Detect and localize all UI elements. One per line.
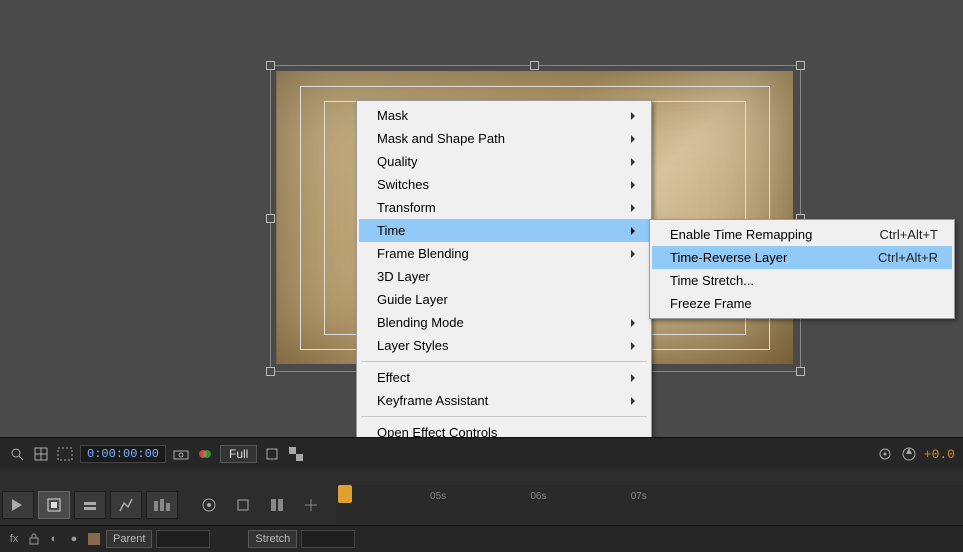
menu-item-switches[interactable]: Switches — [359, 173, 649, 196]
menu-separator — [361, 416, 647, 417]
current-time-indicator[interactable] — [338, 485, 352, 503]
handle-tr[interactable] — [796, 61, 805, 70]
timeline-ruler[interactable]: 05s 06s 07s — [336, 485, 963, 525]
lock-icon[interactable] — [26, 531, 42, 547]
submenu-item-freeze-frame[interactable]: Freeze Frame — [652, 292, 952, 315]
menu-item-time[interactable]: Time — [359, 219, 649, 242]
exposure-value[interactable]: +0.0 — [924, 447, 955, 462]
shutter-icon[interactable] — [900, 445, 918, 463]
handle-tm[interactable] — [530, 61, 539, 70]
handle-bl[interactable] — [266, 367, 275, 376]
fx-icon[interactable]: fx — [6, 531, 22, 547]
snapshot-icon[interactable] — [172, 445, 190, 463]
submenu-label: Time-Reverse Layer — [670, 250, 787, 265]
shortcut-label: Ctrl+Alt+T — [855, 227, 938, 242]
time-submenu[interactable]: Enable Time Remapping Ctrl+Alt+T Time-Reve… — [649, 219, 955, 319]
submenu-label: Enable Time Remapping — [670, 227, 812, 242]
menu-item-mask[interactable]: Mask — [359, 104, 649, 127]
menu-item-frame-blending[interactable]: Frame Blending — [359, 242, 649, 265]
handle-br[interactable] — [796, 367, 805, 376]
tool-btn-8[interactable] — [262, 492, 292, 518]
menu-item-guide-layer[interactable]: Guide Layer — [359, 288, 649, 311]
ruler-tick: 05s — [430, 491, 446, 502]
menu-item-layer-styles[interactable]: Layer Styles — [359, 334, 649, 357]
tool-btn-2[interactable] — [38, 491, 70, 519]
timeline-column-header: fx ◐ ● Parent Stretch — [0, 525, 963, 552]
menu-item-effect[interactable]: Effect — [359, 366, 649, 389]
magnify-icon[interactable] — [8, 445, 26, 463]
tool-btn-7[interactable] — [228, 492, 258, 518]
menu-item-mask-and-shape-path[interactable]: Mask and Shape Path — [359, 127, 649, 150]
tool-btn-4[interactable] — [110, 491, 142, 519]
stretch-value-box[interactable] — [301, 530, 355, 548]
menu-item-quality[interactable]: Quality — [359, 150, 649, 173]
parent-value-box[interactable] — [156, 530, 210, 548]
submenu-label: Freeze Frame — [670, 296, 752, 311]
solo-icon[interactable]: ● — [66, 531, 82, 547]
submenu-label: Time Stretch... — [670, 273, 754, 288]
resolution-dropdown[interactable]: Full — [220, 445, 257, 463]
label-color-icon[interactable] — [86, 531, 102, 547]
stretch-column-header[interactable]: Stretch — [248, 530, 297, 548]
tool-btn-5[interactable] — [146, 491, 178, 519]
submenu-item-time-stretch-[interactable]: Time Stretch... — [652, 269, 952, 292]
target-icon[interactable] — [876, 445, 894, 463]
submenu-item-enable-time-remapping[interactable]: Enable Time Remapping Ctrl+Alt+T — [652, 223, 952, 246]
region-icon[interactable] — [263, 445, 281, 463]
tool-btn-3[interactable] — [74, 491, 106, 519]
channels-icon[interactable] — [196, 445, 214, 463]
ruler-tick: 06s — [530, 491, 546, 502]
menu-separator — [361, 361, 647, 362]
timeline-header-strip — [0, 469, 963, 486]
grid-icon[interactable] — [32, 445, 50, 463]
transparency-grid-icon[interactable] — [287, 445, 305, 463]
shortcut-label: Ctrl+Alt+R — [854, 250, 938, 265]
menu-item-3d-layer[interactable]: 3D Layer — [359, 265, 649, 288]
tool-btn-1[interactable] — [2, 491, 34, 519]
viewer-toolbar: 0:00:00:00 Full +0.0 — [0, 437, 963, 471]
parent-column-header[interactable]: Parent — [106, 530, 152, 548]
tool-btn-6[interactable] — [194, 492, 224, 518]
ruler-tick: 07s — [631, 491, 647, 502]
current-timecode[interactable]: 0:00:00:00 — [80, 445, 166, 463]
menu-item-blending-mode[interactable]: Blending Mode — [359, 311, 649, 334]
handle-ml[interactable] — [266, 214, 275, 223]
mask-icon[interactable] — [56, 445, 74, 463]
tool-btn-9[interactable] — [296, 492, 326, 518]
menu-item-transform[interactable]: Transform — [359, 196, 649, 219]
submenu-item-time-reverse-layer[interactable]: Time-Reverse Layer Ctrl+Alt+R — [652, 246, 952, 269]
handle-tl[interactable] — [266, 61, 275, 70]
shy-icon[interactable]: ◐ — [46, 531, 62, 547]
timeline-tools-row: 05s 06s 07s — [0, 485, 963, 525]
menu-item-keyframe-assistant[interactable]: Keyframe Assistant — [359, 389, 649, 412]
